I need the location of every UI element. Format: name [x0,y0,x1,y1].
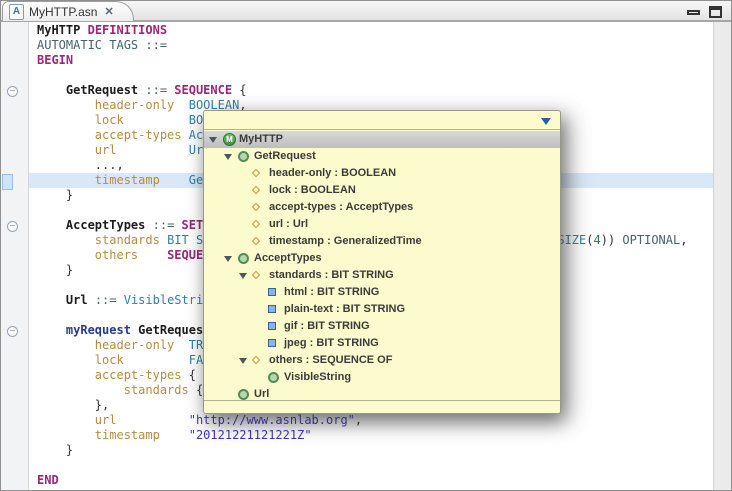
field-icon [252,220,260,228]
tree-expanded-arrow-icon[interactable] [239,358,247,364]
tree-item-label: AcceptTypes [254,252,322,264]
bit-icon [268,339,276,347]
code-line[interactable] [29,458,715,473]
tree-item-label: lock : BOOLEAN [269,184,356,196]
outline-tree-item[interactable]: header-only : BOOLEAN [204,165,560,182]
fold-collapse-icon[interactable]: − [7,86,18,97]
outline-menu-dropdown-icon[interactable] [541,118,551,125]
code-line[interactable]: AUTOMATIC TAGS ::= [29,38,715,53]
tree-expanded-arrow-icon[interactable] [224,256,232,262]
maximize-view-icon[interactable] [709,6,722,18]
tree-item-label: url : Url [269,218,308,230]
asn-file-icon: A [9,4,24,20]
overview-ruler[interactable] [713,22,731,491]
field-icon [252,203,260,211]
outline-tree: MMyHTTP GetRequest header-only : BOOLEAN lo… [204,131,560,401]
outline-tree-item[interactable]: jpeg : BIT STRING [204,335,560,352]
left-ruler: − − − [1,22,29,491]
bit-icon [268,305,276,313]
type-icon [238,389,249,400]
outline-tree-item[interactable]: plain-text : BIT STRING [204,301,560,318]
outline-filter-input[interactable] [208,113,532,129]
code-line[interactable]: timestamp "20121221121221Z" [29,428,715,443]
editor-window: A MyHTTP.asn ✕ − − − MyHTTP DEFINITIONSAUT… [0,0,732,491]
outline-tree-item[interactable]: others : SEQUENCE OF [204,352,560,369]
code-line[interactable]: url "http://www.asnlab.org", [29,413,715,428]
tree-expanded-arrow-icon[interactable] [224,154,232,160]
code-line[interactable] [29,68,715,83]
outline-tree-item[interactable]: html : BIT STRING [204,284,560,301]
field-icon [252,271,260,279]
code-line[interactable]: BEGIN [29,53,715,68]
quick-outline-popup: MMyHTTP GetRequest header-only : BOOLEAN lo… [203,110,561,414]
outline-tree-item[interactable]: AcceptTypes [204,250,560,267]
outline-tree-item[interactable]: gif : BIT STRING [204,318,560,335]
type-icon [238,151,249,162]
outline-tree-item[interactable]: accept-types : AcceptTypes [204,199,560,216]
type-icon [268,372,279,383]
tree-item-label: header-only : BOOLEAN [269,167,396,179]
outline-tree-item[interactable]: timestamp : GeneralizedTime [204,233,560,250]
field-icon [252,169,260,177]
fold-collapse-icon[interactable]: − [7,326,18,337]
tree-item-label: plain-text : BIT STRING [284,303,405,315]
code-line[interactable]: } [29,443,715,458]
tree-item-label: Url [254,388,269,400]
field-icon [252,356,260,364]
current-line-annotation-marker [2,174,13,190]
outline-tree-item[interactable]: GetRequest [204,148,560,165]
code-line[interactable]: END [29,473,715,488]
minimize-view-icon[interactable] [687,10,700,15]
tree-item-label: accept-types : AcceptTypes [269,201,413,213]
tree-item-label: timestamp : GeneralizedTime [269,235,422,247]
code-line[interactable]: GetRequest ::= SEQUENCE { [29,83,715,98]
fold-collapse-icon[interactable]: − [7,221,18,232]
code-line[interactable]: MyHTTP DEFINITIONS [29,23,715,38]
tab-title: MyHTTP.asn [29,5,97,19]
tree-item-label: MyHTTP [239,133,283,145]
tree-item-label: GetRequest [254,150,316,162]
tab-myhttp-asn[interactable]: A MyHTTP.asn ✕ [2,1,134,21]
outline-status-bar [204,400,560,413]
type-icon [238,253,249,264]
tab-close-icon[interactable]: ✕ [104,5,113,18]
outline-tree-item[interactable]: lock : BOOLEAN [204,182,560,199]
tree-expanded-arrow-icon[interactable] [209,137,217,143]
tree-expanded-arrow-icon[interactable] [239,273,247,279]
outline-tree-item[interactable]: Url [204,386,560,401]
tree-item-label: html : BIT STRING [284,286,379,298]
outline-filter-bar [204,111,560,130]
outline-tree-item[interactable]: standards : BIT STRING [204,267,560,284]
bit-icon [268,322,276,330]
outline-tree-item[interactable]: MMyHTTP [204,131,560,148]
field-icon [252,186,260,194]
outline-tree-item[interactable]: VisibleString [204,369,560,386]
tree-item-label: others : SEQUENCE OF [269,354,392,366]
editor-tab-bar: A MyHTTP.asn ✕ [1,1,731,22]
tree-item-label: jpeg : BIT STRING [284,337,379,349]
outline-tree-item[interactable]: url : Url [204,216,560,233]
tree-item-label: VisibleString [284,371,351,383]
bit-icon [268,288,276,296]
tree-item-label: gif : BIT STRING [284,320,370,332]
tree-item-label: standards : BIT STRING [269,269,394,281]
module-icon: M [223,133,236,146]
field-icon [252,237,260,245]
